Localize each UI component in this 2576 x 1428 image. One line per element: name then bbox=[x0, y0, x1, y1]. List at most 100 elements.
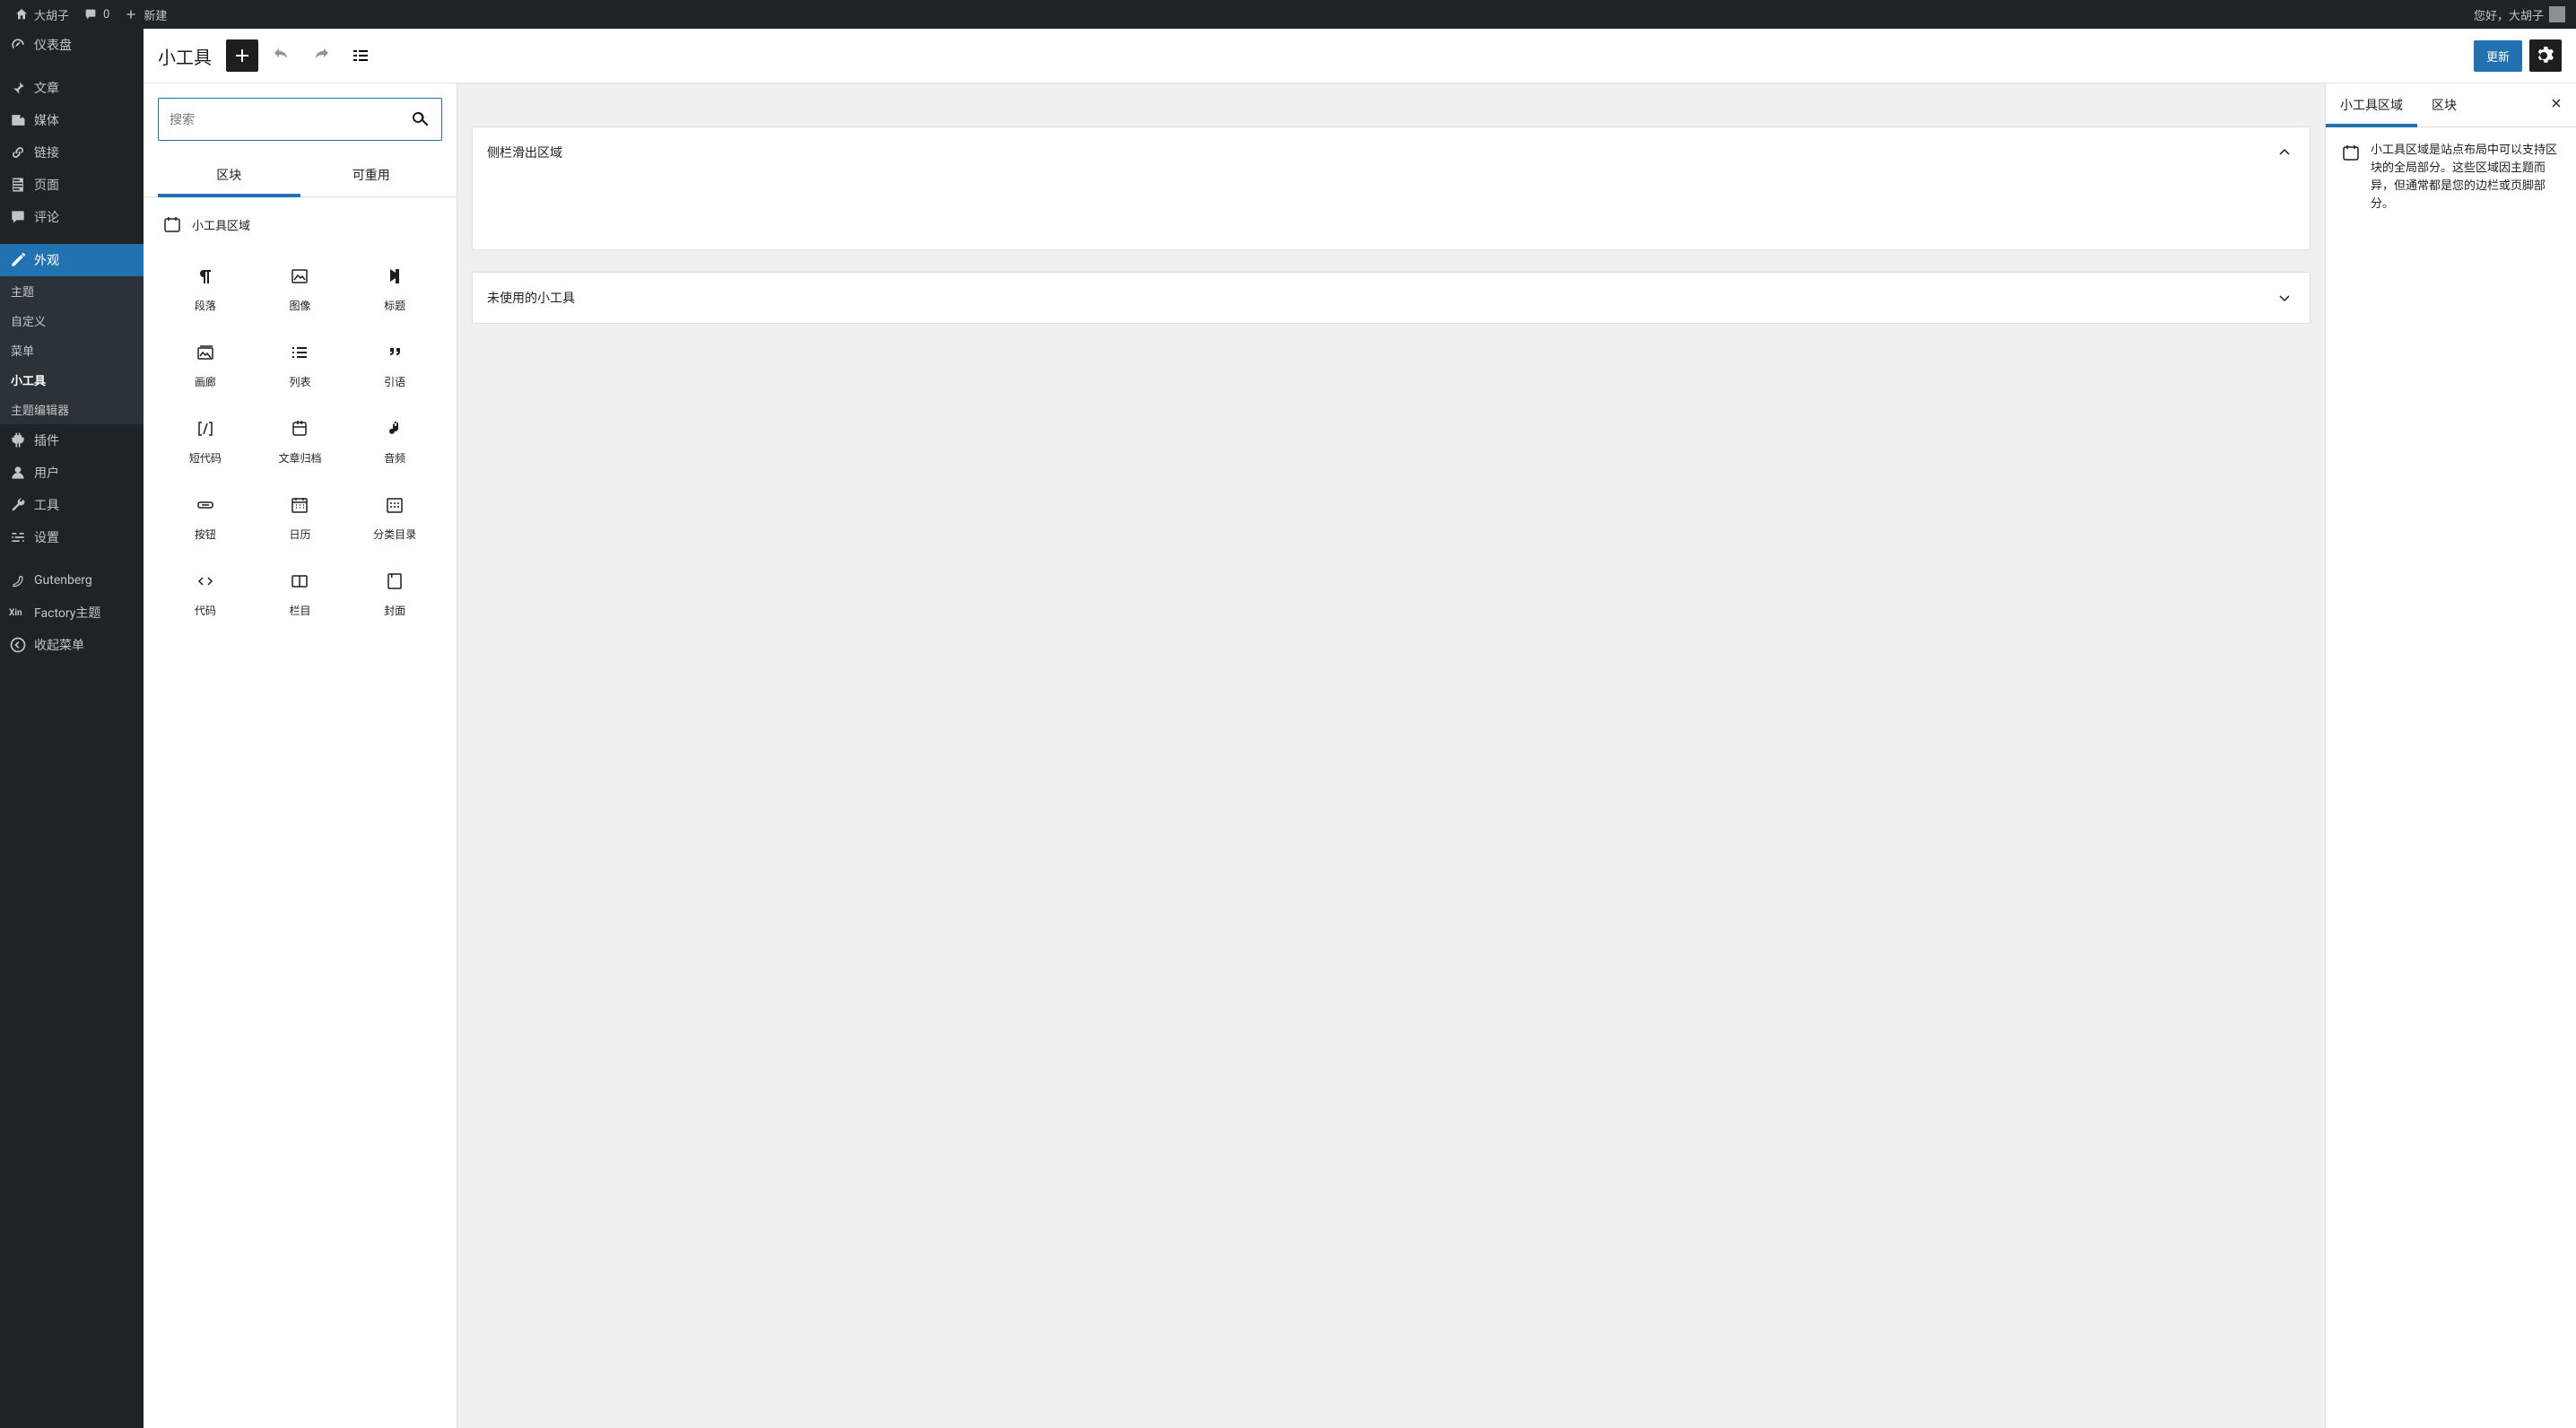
block-button[interactable]: 按钮 bbox=[158, 480, 253, 556]
undo-button[interactable] bbox=[265, 39, 298, 72]
sidebar-item-label: Factory主题 bbox=[34, 604, 100, 622]
sidebar-item-label: 链接 bbox=[34, 144, 59, 161]
tab-blocks[interactable]: 区块 bbox=[158, 155, 300, 196]
block-code[interactable]: 代码 bbox=[158, 556, 253, 632]
sidebar-item-label: 用户 bbox=[34, 464, 59, 482]
media-icon bbox=[9, 111, 27, 129]
tool-icon bbox=[9, 496, 27, 514]
block-columns[interactable]: 栏目 bbox=[253, 556, 348, 632]
sidebar-item-label: 插件 bbox=[34, 431, 59, 449]
plus-icon bbox=[231, 45, 253, 66]
sidebar-item-comments[interactable]: 评论 bbox=[0, 201, 144, 233]
comment-icon bbox=[83, 7, 98, 22]
settings-tab-block[interactable]: 区块 bbox=[2417, 83, 2471, 126]
sidebar-item-factory[interactable]: XinFactory主题 bbox=[0, 596, 144, 629]
sidebar-item-label: 工具 bbox=[34, 496, 59, 514]
block-grid: 段落 图像 标题 画廊 列表 引语 短代码 文章归档 音频 按钮 日历 分类目录… bbox=[158, 251, 442, 632]
admin-bar-site[interactable]: 大胡子 bbox=[7, 0, 76, 29]
block-item-label: 标题 bbox=[384, 298, 405, 313]
user-icon bbox=[9, 464, 27, 482]
sidebar-item-collapse[interactable]: 收起菜单 bbox=[0, 629, 144, 661]
sidebar-item-label: Gutenberg bbox=[34, 573, 92, 588]
block-categories[interactable]: 分类目录 bbox=[347, 480, 442, 556]
block-item-label: 代码 bbox=[195, 603, 216, 618]
cover-icon bbox=[384, 570, 405, 592]
sidebar-item-links[interactable]: 链接 bbox=[0, 136, 144, 169]
sidebar-item-posts[interactable]: 文章 bbox=[0, 72, 144, 104]
inserter-toggle-button[interactable] bbox=[226, 39, 258, 72]
sidebar-item-tools[interactable]: 工具 bbox=[0, 489, 144, 521]
submenu-themes[interactable]: 主题 bbox=[0, 276, 144, 306]
category-label: 小工具区域 bbox=[192, 216, 250, 233]
code-icon bbox=[195, 570, 216, 592]
redo-icon bbox=[310, 45, 332, 66]
sidebar-item-media[interactable]: 媒体 bbox=[0, 104, 144, 136]
sidebar-item-pages[interactable]: 页面 bbox=[0, 169, 144, 201]
settings-tab-widget-area[interactable]: 小工具区域 bbox=[2326, 83, 2417, 126]
sidebar-item-label: 仪表盘 bbox=[34, 36, 72, 54]
submenu-widgets[interactable]: 小工具 bbox=[0, 365, 144, 395]
columns-icon bbox=[289, 570, 310, 592]
sidebar-submenu-appearance: 主题 自定义 菜单 小工具 主题编辑器 bbox=[0, 276, 144, 424]
sidebar-item-plugins[interactable]: 插件 bbox=[0, 424, 144, 457]
block-item-label: 引语 bbox=[384, 374, 405, 389]
block-item-label: 图像 bbox=[289, 298, 310, 313]
block-item-label: 画廊 bbox=[195, 374, 216, 389]
admin-bar-left: 大胡子 0 新建 bbox=[7, 0, 174, 29]
block-image[interactable]: 图像 bbox=[253, 251, 348, 327]
search-input[interactable] bbox=[170, 112, 409, 126]
block-archive[interactable]: 文章归档 bbox=[253, 404, 348, 480]
block-calendar[interactable]: 日历 bbox=[253, 480, 348, 556]
quote-icon bbox=[384, 342, 405, 363]
widget-area-sidebar-slideout: 侧栏滑出区域 bbox=[472, 126, 2311, 250]
widget-area-header[interactable]: 未使用的小工具 bbox=[473, 273, 2310, 323]
inserter-category[interactable]: 小工具区域 bbox=[158, 205, 442, 244]
comments-count: 0 bbox=[103, 8, 109, 22]
inserter-search[interactable] bbox=[158, 98, 442, 141]
sidebar-item-appearance[interactable]: 外观 bbox=[0, 244, 144, 276]
block-quote[interactable]: 引语 bbox=[347, 327, 442, 404]
widget-area-title: 侧栏滑出区域 bbox=[487, 144, 562, 161]
sidebar-item-users[interactable]: 用户 bbox=[0, 457, 144, 489]
admin-bar-new[interactable]: 新建 bbox=[117, 0, 174, 29]
block-audio[interactable]: 音频 bbox=[347, 404, 442, 480]
block-list[interactable]: 列表 bbox=[253, 327, 348, 404]
new-label: 新建 bbox=[144, 6, 167, 23]
admin-sidebar: 仪表盘 文章 媒体 链接 页面 评论 外观 主题 自定义 菜单 小工具 主题编辑… bbox=[0, 29, 144, 1428]
plus-icon bbox=[124, 7, 138, 22]
settings-tabs: 小工具区域 区块 bbox=[2326, 83, 2576, 127]
submenu-menus[interactable]: 菜单 bbox=[0, 335, 144, 365]
widget-area-icon bbox=[2340, 142, 2362, 163]
site-name: 大胡子 bbox=[34, 6, 69, 23]
settings-toggle-button[interactable] bbox=[2529, 39, 2562, 72]
block-paragraph[interactable]: 段落 bbox=[158, 251, 253, 327]
list-icon bbox=[289, 342, 310, 363]
settings-close-button[interactable] bbox=[2537, 96, 2576, 114]
block-gallery[interactable]: 画廊 bbox=[158, 327, 253, 404]
sidebar-item-settings[interactable]: 设置 bbox=[0, 521, 144, 553]
widget-area-header[interactable]: 侧栏滑出区域 bbox=[473, 127, 2310, 178]
list-view-button[interactable] bbox=[344, 39, 377, 72]
block-inserter-panel: 区块 可重用 小工具区域 段落 图像 标题 画廊 列表 引语 bbox=[144, 83, 457, 1428]
editor-header-right: 更新 bbox=[2474, 39, 2562, 72]
tab-reusable[interactable]: 可重用 bbox=[300, 155, 443, 196]
block-heading[interactable]: 标题 bbox=[347, 251, 442, 327]
pin-icon bbox=[9, 79, 27, 97]
settings-content: 小工具区域是站点布局中可以支持区块的全局部分。这些区域因主题而异，但通常都是您的… bbox=[2326, 127, 2576, 229]
block-item-label: 栏目 bbox=[289, 603, 310, 618]
update-button[interactable]: 更新 bbox=[2474, 40, 2522, 72]
widget-area-body[interactable] bbox=[473, 178, 2310, 249]
admin-bar-comments[interactable]: 0 bbox=[76, 0, 117, 29]
greeting: 您好，大胡子 bbox=[2474, 6, 2544, 23]
admin-bar-account[interactable]: 您好，大胡子 bbox=[2474, 6, 2569, 23]
block-cover[interactable]: 封面 bbox=[347, 556, 442, 632]
submenu-customize[interactable]: 自定义 bbox=[0, 306, 144, 335]
list-view-icon bbox=[350, 45, 371, 66]
submenu-theme-editor[interactable]: 主题编辑器 bbox=[0, 395, 144, 424]
chevron-down-icon bbox=[2274, 287, 2295, 309]
sidebar-item-gutenberg[interactable]: Gutenberg bbox=[0, 564, 144, 596]
sidebar-item-dashboard[interactable]: 仪表盘 bbox=[0, 29, 144, 61]
block-item-label: 文章归档 bbox=[278, 450, 321, 466]
redo-button[interactable] bbox=[305, 39, 337, 72]
block-shortcode[interactable]: 短代码 bbox=[158, 404, 253, 480]
